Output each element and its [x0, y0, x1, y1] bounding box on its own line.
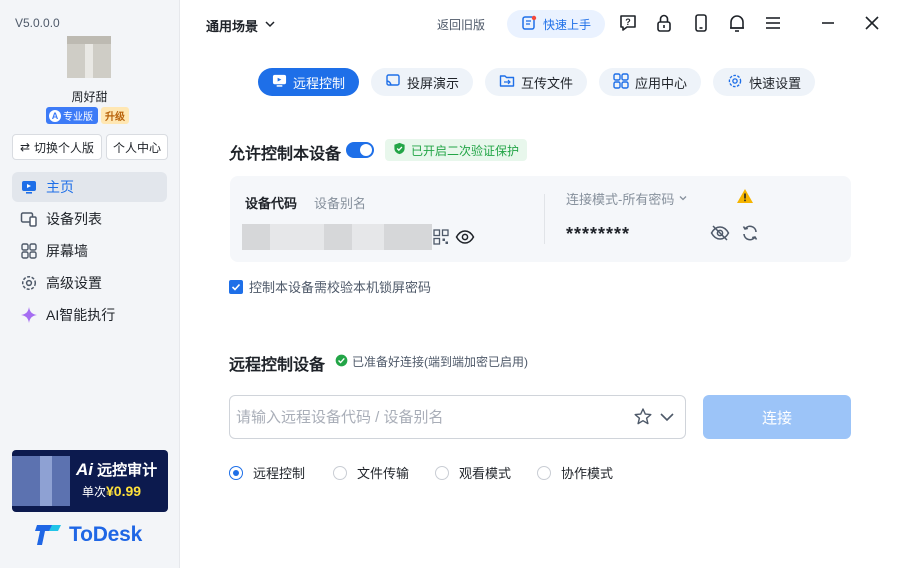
quick-start-button[interactable]: 快速上手 [507, 10, 605, 38]
refresh-icon[interactable] [740, 223, 760, 243]
eye-icon[interactable] [455, 227, 475, 247]
tab-file-transfer[interactable]: 互传文件 [485, 68, 588, 96]
remote-control-title: 远程控制设备 [229, 357, 326, 374]
menu-icon[interactable] [762, 12, 784, 34]
sidebar-item-home[interactable]: 主页 [12, 172, 167, 202]
scene-selector[interactable]: 通用场景 [206, 16, 276, 35]
grid-icon [20, 242, 38, 260]
shield-check-icon [393, 142, 406, 158]
badge-row: A 专业版 升级 [46, 107, 129, 124]
upgrade-badge[interactable]: 升级 [101, 107, 129, 124]
mode-radio-group: 远程控制 文件传输 观看模式 协作模式 [229, 463, 637, 482]
lock-password-check[interactable]: 控制本设备需校验本机锁屏密码 [229, 277, 431, 296]
radio-unselected[interactable] [435, 465, 449, 480]
back-old-version-link[interactable]: 返回旧版 [437, 16, 485, 33]
folder-icon [499, 73, 515, 92]
minimize-icon[interactable] [817, 12, 839, 34]
username: 周好甜 [71, 90, 108, 104]
bell-icon[interactable] [726, 12, 748, 34]
device-alias-label[interactable]: 设备别名 [314, 193, 366, 212]
qr-code-icon[interactable] [431, 227, 451, 247]
gear-icon [20, 274, 38, 292]
svg-text:?: ? [625, 17, 631, 27]
device-code-redacted [242, 224, 432, 250]
tab-screen-cast[interactable]: 投屏演示 [371, 68, 474, 96]
tab-remote-control[interactable]: 远程控制 [258, 68, 360, 96]
apps-icon [613, 72, 629, 92]
help-icon[interactable]: ? [617, 12, 639, 34]
version-label: V5.0.0.0 [15, 16, 60, 30]
allow-control-toggle[interactable] [346, 142, 374, 158]
temp-password: ******** [566, 224, 631, 244]
close-icon[interactable] [861, 12, 883, 34]
promo-title: Ai 远控审计 [76, 460, 158, 479]
remote-device-search[interactable] [229, 395, 686, 439]
promo-image [12, 456, 70, 506]
logo-mark-icon [35, 522, 63, 548]
card-divider [544, 194, 545, 244]
remote-icon [272, 73, 287, 91]
radio-collab-mode[interactable]: 协作模式 [537, 463, 637, 482]
connection-mode-select[interactable]: 连接模式-所有密码 [566, 189, 688, 208]
radio-selected[interactable] [229, 465, 243, 480]
device-code-label: 设备代码 [245, 196, 298, 211]
feature-tabs: 远程控制 投屏演示 互传文件 应用中心 快速设置 [258, 68, 816, 96]
gear-icon [727, 73, 743, 92]
pro-icon: A [49, 109, 61, 122]
ready-status: 已准备好连接(端到端加密已启用) [335, 353, 528, 370]
tab-app-center[interactable]: 应用中心 [599, 68, 702, 96]
sidebar-item-device-list[interactable]: 设备列表 [12, 204, 167, 234]
pro-badge: A 专业版 [46, 107, 98, 124]
eye-off-icon[interactable] [710, 223, 730, 243]
check-circle-icon [335, 354, 348, 370]
cast-icon [385, 73, 401, 92]
allow-control-title: 允许控制本设备 [229, 146, 342, 163]
chevron-down-icon[interactable] [658, 408, 676, 429]
warning-icon[interactable] [735, 186, 755, 206]
checkbox-checked[interactable] [229, 279, 243, 294]
chevron-down-icon [678, 191, 688, 206]
personal-center-button[interactable]: 个人中心 [106, 134, 168, 160]
chevron-down-icon [264, 18, 276, 33]
radio-view-mode[interactable]: 观看模式 [435, 463, 537, 482]
book-icon [521, 15, 537, 34]
device-list-icon [20, 210, 38, 228]
radio-unselected[interactable] [537, 465, 551, 480]
sparkle-icon [20, 306, 38, 324]
sidebar-item-advanced-settings[interactable]: 高级设置 [12, 268, 167, 298]
avatar[interactable] [67, 36, 111, 78]
verify-badge: 已开启二次验证保护 [385, 139, 528, 161]
star-icon[interactable] [633, 407, 653, 430]
promo-banner[interactable]: Ai 远控审计 单次¥0.99 [12, 450, 168, 512]
connect-button[interactable]: 连接 [703, 395, 851, 439]
remote-code-input[interactable] [236, 396, 616, 438]
swap-icon: ⇄ [19, 140, 31, 154]
tab-quick-settings[interactable]: 快速设置 [713, 68, 816, 96]
monitor-icon [20, 178, 38, 196]
switch-personal-button[interactable]: ⇄ 切换个人版 [12, 134, 102, 160]
radio-remote-control[interactable]: 远程控制 [229, 463, 333, 482]
sidebar-nav: 主页 设备列表 屏幕墙 高级设置 AI智能执行 [12, 172, 167, 332]
sidebar-item-ai-execute[interactable]: AI智能执行 [12, 300, 167, 330]
lock-icon[interactable] [653, 12, 675, 34]
promo-price: 单次¥0.99 [82, 483, 142, 499]
sidebar-item-screen-wall[interactable]: 屏幕墙 [12, 236, 167, 266]
phone-icon[interactable] [690, 12, 712, 34]
device-info-card: 设备代码 设备别名 连接模式-所有密码 ******** [230, 176, 851, 262]
radio-file-transfer[interactable]: 文件传输 [333, 463, 435, 482]
radio-unselected[interactable] [333, 465, 347, 480]
todesk-logo: ToDesk [35, 522, 142, 548]
sidebar: V5.0.0.0 周好甜 A 专业版 升级 ⇄ 切换个人版 个人中心 主页 设备列表… [0, 0, 180, 568]
